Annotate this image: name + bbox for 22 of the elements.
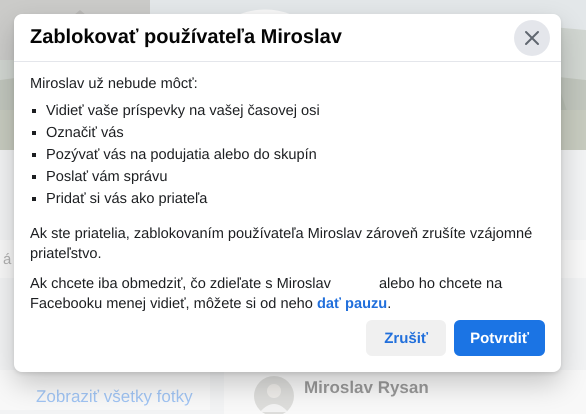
restriction-item: Pridať si vás ako priateľa bbox=[46, 190, 208, 209]
bullet-icon bbox=[32, 131, 36, 135]
close-button[interactable] bbox=[514, 20, 550, 56]
bullet-icon bbox=[32, 109, 36, 113]
pause-hint: Ak chcete iba obmedziť, čo zdieľate s Miroslav alebo ho chcete na Facebooku menej vidieť, môžete si od neho dať pauzu. bbox=[30, 275, 504, 314]
restriction-item: Poslať vám správu bbox=[46, 168, 168, 187]
confirm-button[interactable]: Potvrdiť bbox=[454, 320, 545, 356]
friendship-note: Ak ste priatelia, zablokovaním používateľa Miroslav zároveň zrušíte vzájomné priateľstvo. bbox=[30, 225, 534, 264]
bullet-icon bbox=[32, 153, 36, 157]
intro-text: Miroslav už nebude môcť: bbox=[30, 75, 199, 94]
restriction-item: Vidieť vaše príspevky na vašej časovej osi bbox=[46, 102, 320, 121]
post-author-name[interactable]: Miroslav Rysan bbox=[304, 378, 429, 398]
take-a-break-link[interactable]: dať pauzu bbox=[316, 296, 388, 312]
restriction-item: Označiť vás bbox=[46, 124, 124, 143]
profile-section-text: á bbox=[3, 250, 12, 268]
restriction-item: Pozývať vás na podujatia alebo do skupín bbox=[46, 146, 317, 165]
bullet-icon bbox=[32, 175, 36, 179]
cancel-button[interactable]: Zrušiť bbox=[366, 320, 446, 356]
bullet-icon bbox=[32, 197, 36, 201]
avatar-icon bbox=[254, 376, 294, 414]
close-icon bbox=[524, 30, 540, 46]
dialog-title: Zablokovať používateľa Miroslav bbox=[30, 26, 342, 49]
